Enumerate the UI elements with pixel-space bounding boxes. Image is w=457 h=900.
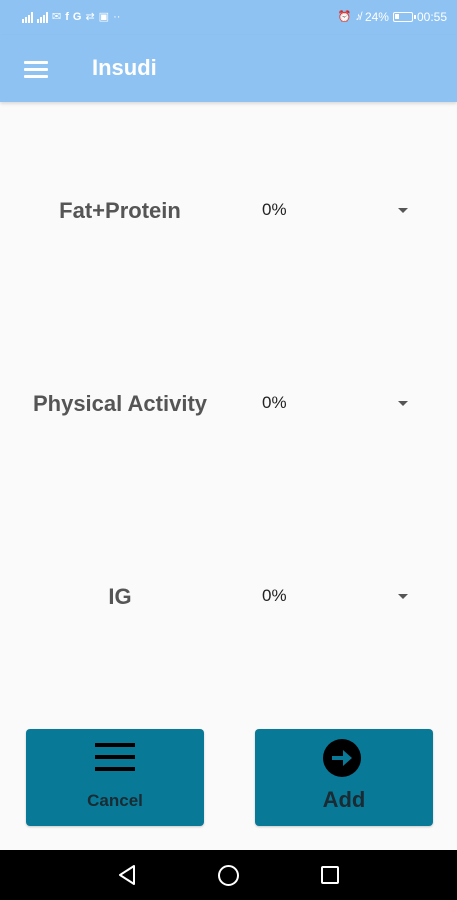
ig-dropdown[interactable]: 0%: [252, 576, 422, 616]
cancel-label: Cancel: [87, 791, 143, 810]
dropdown-arrow-icon: [398, 208, 408, 213]
facebook-icon: f: [65, 11, 69, 23]
fat-protein-dropdown[interactable]: 0%: [252, 190, 422, 230]
app-title: Insudi: [92, 55, 157, 80]
menu-icon[interactable]: [20, 55, 52, 83]
battery-icon: [392, 12, 416, 22]
physical-activity-dropdown[interactable]: 0%: [252, 383, 422, 423]
ig-label: IG: [108, 584, 132, 609]
add-button[interactable]: Add: [255, 729, 433, 826]
fat-protein-label: Fat+Protein: [59, 198, 181, 223]
battery-percent: 24%: [364, 10, 389, 24]
clock: 00:55: [416, 10, 447, 24]
mail-icon: ✉: [52, 11, 62, 23]
app-bar: Insudi: [0, 35, 457, 102]
dropdown-arrow-icon: [398, 594, 408, 599]
dropdown-arrow-icon: [398, 401, 408, 406]
mute-icon: ♪̸: [355, 11, 361, 23]
arrow-right-circle-icon: [323, 739, 361, 777]
google-icon: G: [72, 11, 82, 23]
transfer-icon: ⇄: [85, 11, 95, 23]
cancel-button[interactable]: Cancel: [26, 729, 204, 826]
hamburger-icon: [95, 741, 135, 773]
fat-protein-value: 0%: [262, 200, 287, 219]
physical-activity-value: 0%: [262, 393, 287, 412]
recents-icon[interactable]: [321, 866, 339, 884]
status-bar-left: ✉ f G ⇄ ▣ ··: [22, 10, 120, 24]
battery-level: [394, 14, 399, 19]
more-icon: ··: [113, 11, 121, 23]
status-bar-right: ⏰ ♪̸ 24% 00:55: [338, 10, 447, 24]
signal-icon: [22, 11, 33, 23]
navigation-bar: [0, 850, 457, 900]
add-label: Add: [322, 787, 366, 812]
ig-value: 0%: [262, 586, 287, 605]
status-bar: ✉ f G ⇄ ▣ ·· ⏰ ♪̸ 24% 00:55: [0, 0, 457, 35]
physical-activity-label: Physical Activity: [32, 391, 208, 416]
alarm-icon: ⏰: [337, 11, 352, 23]
back-icon[interactable]: [117, 864, 137, 886]
home-icon[interactable]: [218, 865, 239, 886]
signal-icon: [37, 11, 48, 23]
image-icon: ▣: [98, 11, 110, 23]
